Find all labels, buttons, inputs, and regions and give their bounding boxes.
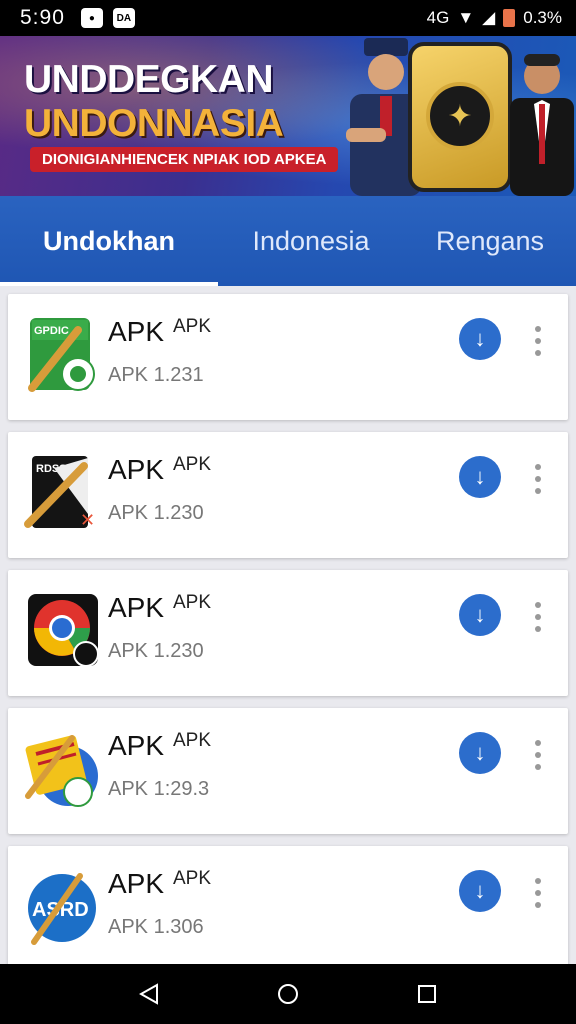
dot-icon	[535, 476, 541, 482]
app-name: APK	[108, 592, 165, 623]
app-tag: APK	[173, 592, 212, 613]
dot-icon	[535, 752, 541, 758]
dot-icon	[535, 764, 541, 770]
app-list[interactable]: GPDIC APK APK APK 1.231 ↓ RDSS ✕ APK APK…	[0, 286, 576, 964]
banner-ribbon: DIONIGIANHIENCEK NPIAK IOD APKEA	[30, 147, 339, 172]
dot-icon	[535, 488, 541, 494]
notification-icon: ●	[80, 8, 103, 28]
dot-icon	[535, 350, 541, 356]
signal-icon: ◢	[482, 8, 496, 27]
download-button[interactable]: ↓	[459, 870, 501, 912]
app-version: APK 1.231	[108, 364, 204, 386]
download-icon: ↓	[474, 602, 486, 627]
home-icon	[277, 984, 298, 1004]
app-name: APK	[108, 730, 165, 761]
wifi-icon: ▼	[457, 8, 475, 27]
banner-title: UNDDEGKAN UNDONNASIA	[24, 58, 284, 146]
app-name: APK	[108, 454, 165, 485]
dot-icon	[535, 902, 541, 908]
dot-icon	[535, 890, 541, 896]
more-options-button[interactable]	[528, 464, 548, 494]
app-name: APK	[108, 868, 165, 899]
phone-illustration: ✦	[408, 42, 512, 192]
dot-icon	[535, 626, 541, 632]
asrd-app-icon: ASRD	[28, 873, 96, 945]
app-version: APK 1:29.3	[108, 778, 210, 800]
list-item[interactable]: APK APK APK 1.230 ↓	[8, 570, 568, 696]
recents-button[interactable]	[407, 974, 447, 1014]
category-tabs: Undokhan Indonesia Rengans	[0, 196, 576, 286]
status-icons: 4G ▼ ◢ 0.3%	[427, 8, 562, 28]
banner-title-line1: UNDDEGKAN	[24, 58, 274, 101]
app-tag: APK	[173, 454, 212, 475]
download-button[interactable]: ↓	[459, 732, 501, 774]
tab-rengans[interactable]: Rengans	[404, 196, 576, 286]
dot-icon	[535, 878, 541, 884]
download-button[interactable]: ↓	[459, 456, 501, 498]
more-options-button[interactable]	[528, 602, 548, 632]
list-item[interactable]: RDSS ✕ APK APK APK 1.230 ↓	[8, 432, 568, 558]
yellow-pencil-app-icon	[25, 735, 98, 807]
app-version: APK 1.230	[108, 640, 204, 662]
dot-icon	[535, 740, 541, 746]
app-tag: APK	[173, 730, 212, 751]
cross-icon: ✕	[80, 510, 95, 530]
home-button[interactable]	[268, 974, 308, 1014]
battery-icon	[503, 9, 516, 27]
dot-icon	[535, 464, 541, 470]
tab-undokhan[interactable]: Undokhan	[0, 196, 218, 286]
battery-text: 0.3%	[523, 8, 562, 27]
list-item[interactable]: APK APK APK 1:29.3 ↓	[8, 708, 568, 834]
download-icon: ↓	[474, 740, 486, 765]
tab-indonesia[interactable]: Indonesia	[218, 196, 404, 286]
dot-icon	[535, 614, 541, 620]
dot-icon	[535, 326, 541, 332]
app-badge-icon: DA	[112, 8, 135, 28]
recents-icon	[417, 985, 436, 1003]
more-options-button[interactable]	[528, 878, 548, 908]
status-time: 5:90	[20, 6, 65, 29]
back-icon	[139, 983, 159, 1005]
banner-title-line2: UNDONNASIA	[24, 102, 284, 145]
dot-icon	[535, 338, 541, 344]
download-button[interactable]: ↓	[459, 594, 501, 636]
download-icon: ↓	[474, 464, 486, 489]
chrome-style-app-icon	[28, 594, 99, 667]
list-item[interactable]: ASRD APK APK APK 1.306 ↓	[8, 846, 568, 964]
more-options-button[interactable]	[528, 740, 548, 770]
app-version: APK 1.230	[108, 502, 204, 524]
app-name: APK	[108, 316, 165, 347]
more-options-button[interactable]	[528, 326, 548, 356]
dot-icon	[535, 602, 541, 608]
network-type-icon: 4G	[426, 8, 450, 27]
system-nav-bar	[0, 964, 576, 1024]
download-icon: ↓	[474, 878, 486, 903]
status-bar: 5:90 ● DA 4G ▼ ◢ 0.3%	[0, 0, 576, 36]
app-icon-label: GPDIC	[34, 325, 69, 337]
app-version: APK 1.306	[108, 916, 204, 938]
app-tag: APK	[173, 316, 212, 337]
black-pencil-app-icon: RDSS ✕	[24, 456, 95, 530]
app-tag: APK	[173, 868, 212, 889]
list-item[interactable]: GPDIC APK APK APK 1.231 ↓	[8, 294, 568, 420]
garuda-emblem-icon: ✦	[426, 82, 494, 150]
download-button[interactable]: ↓	[459, 318, 501, 360]
businessman-illustration	[510, 54, 574, 196]
promo-banner[interactable]: UNDDEGKAN UNDONNASIA DIONIGIANHIENCEK NP…	[0, 36, 576, 196]
download-icon: ↓	[474, 326, 486, 351]
green-pencil-app-icon: GPDIC	[28, 318, 95, 392]
back-button[interactable]	[129, 974, 169, 1014]
